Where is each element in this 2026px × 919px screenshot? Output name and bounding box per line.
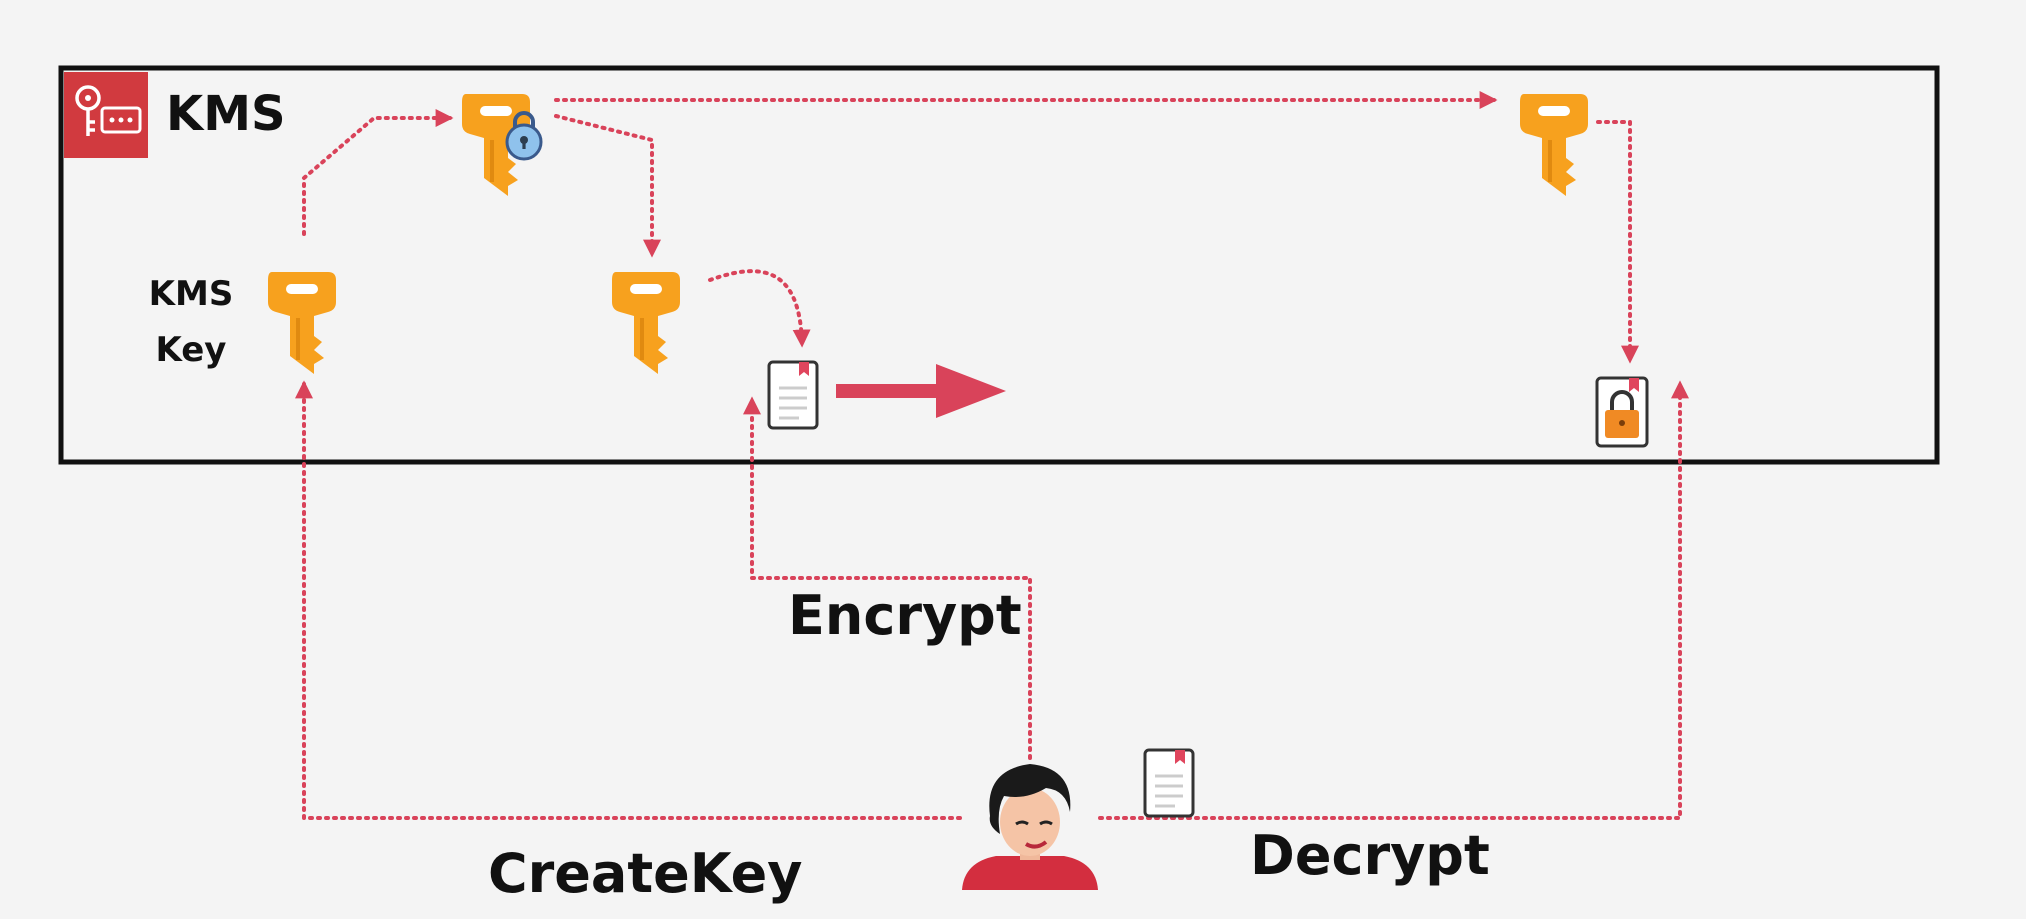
data-key-icon xyxy=(610,270,682,376)
kms-key-icon xyxy=(266,270,338,376)
kms-flow-diagram xyxy=(58,65,1940,890)
kms-key-label-line1: KMS xyxy=(148,274,234,314)
document-icon xyxy=(767,360,819,430)
arrow-right-icon xyxy=(836,364,1006,418)
protected-key-icon xyxy=(460,92,543,198)
kms-key-label: KMS Key xyxy=(140,266,242,378)
kms-key-label-line2: Key xyxy=(155,330,227,370)
flow-key-to-protected xyxy=(302,109,454,236)
flow-encrypt xyxy=(743,396,1032,760)
flow-lines xyxy=(295,91,1689,820)
operation-encrypt-label: Encrypt xyxy=(788,584,1022,647)
kms-boundary xyxy=(58,65,1940,465)
user-avatar-icon xyxy=(962,764,1098,890)
service-title: KMS xyxy=(166,86,286,142)
document-user-icon xyxy=(1143,748,1195,818)
encrypted-document-icon xyxy=(1595,376,1649,448)
flow-rightkey-to-encrypted xyxy=(1596,120,1639,364)
data-key-right-icon xyxy=(1518,92,1590,198)
flow-protected-to-datakey xyxy=(554,114,661,258)
kms-service-icon xyxy=(64,72,148,158)
operation-decrypt-label: Decrypt xyxy=(1250,824,1490,887)
flow-datakey-to-doc xyxy=(708,269,811,348)
operation-createkey-label: CreateKey xyxy=(488,842,803,905)
